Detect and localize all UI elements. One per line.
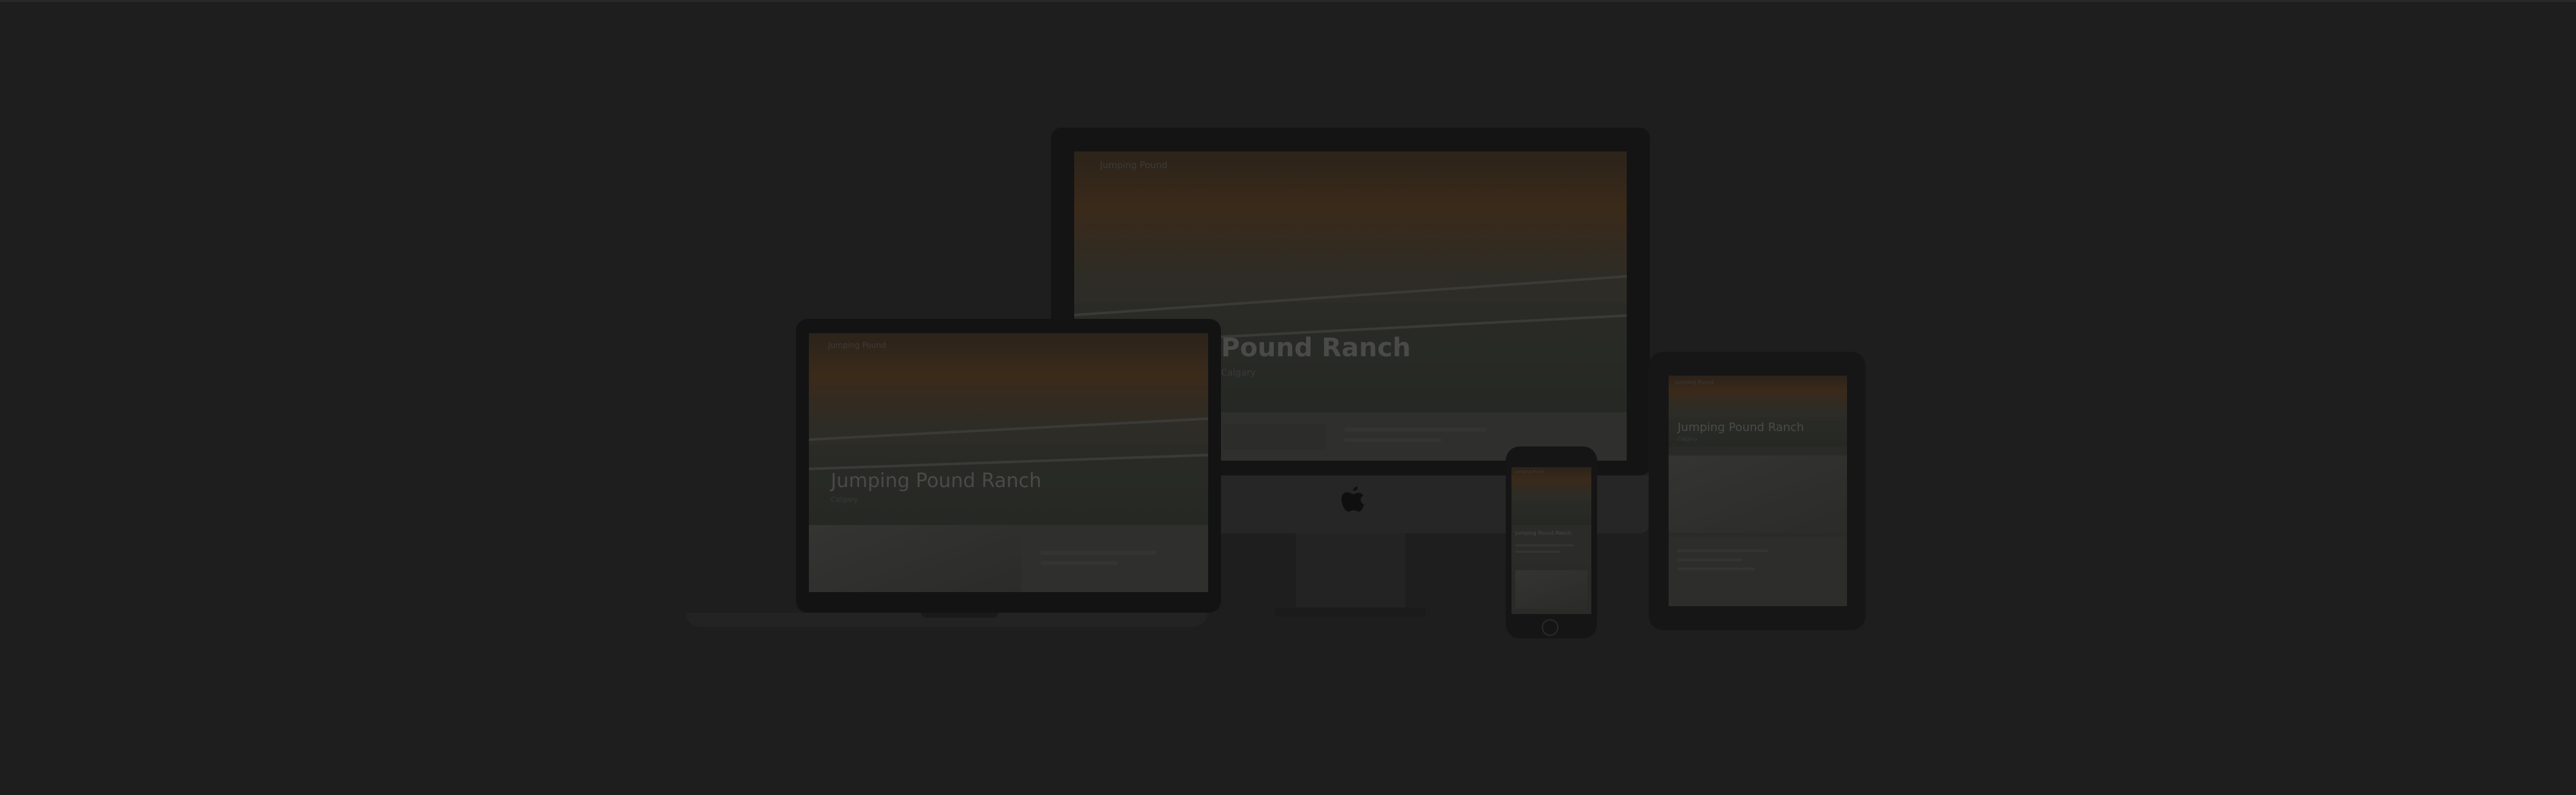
device-mockup-scene: Jumping Pound Pound Ranch Calgary Jumpin… — [0, 0, 2576, 795]
imac-hero-title: Pound Ranch — [1221, 333, 1411, 363]
ipad-site-logo: Jumping Pound — [1675, 379, 1714, 385]
ipad-screen: Jumping Pound Jumping Pound Ranch Calgar… — [1669, 376, 1847, 606]
phone-screen: Jumping Pound Jumping Pound Ranch — [1511, 467, 1591, 614]
ipad-hero-subtitle: Calgary — [1678, 436, 1698, 442]
ipad-hero-title: Jumping Pound Ranch — [1678, 421, 1804, 434]
imac-stand-foot — [1275, 608, 1426, 617]
macbook-hero-subtitle: Calgary — [831, 495, 858, 504]
phone-site-logo: Jumping Pound — [1515, 470, 1544, 474]
apple-logo-icon — [1341, 486, 1364, 512]
imac-site-logo: Jumping Pound — [1100, 160, 1168, 171]
macbook-notch — [921, 613, 998, 618]
imac-hero-subtitle: Calgary — [1221, 368, 1256, 378]
phone-hero-title: Jumping Pound Ranch — [1515, 530, 1572, 536]
imac-stand — [1296, 533, 1405, 609]
macbook-hero-title: Jumping Pound Ranch — [831, 470, 1042, 492]
macbook-screen: Jumping Pound Jumping Pound Ranch Calgar… — [809, 333, 1208, 592]
macbook-site-logo: Jumping Pound — [828, 341, 886, 350]
phone-home-button — [1542, 619, 1558, 636]
